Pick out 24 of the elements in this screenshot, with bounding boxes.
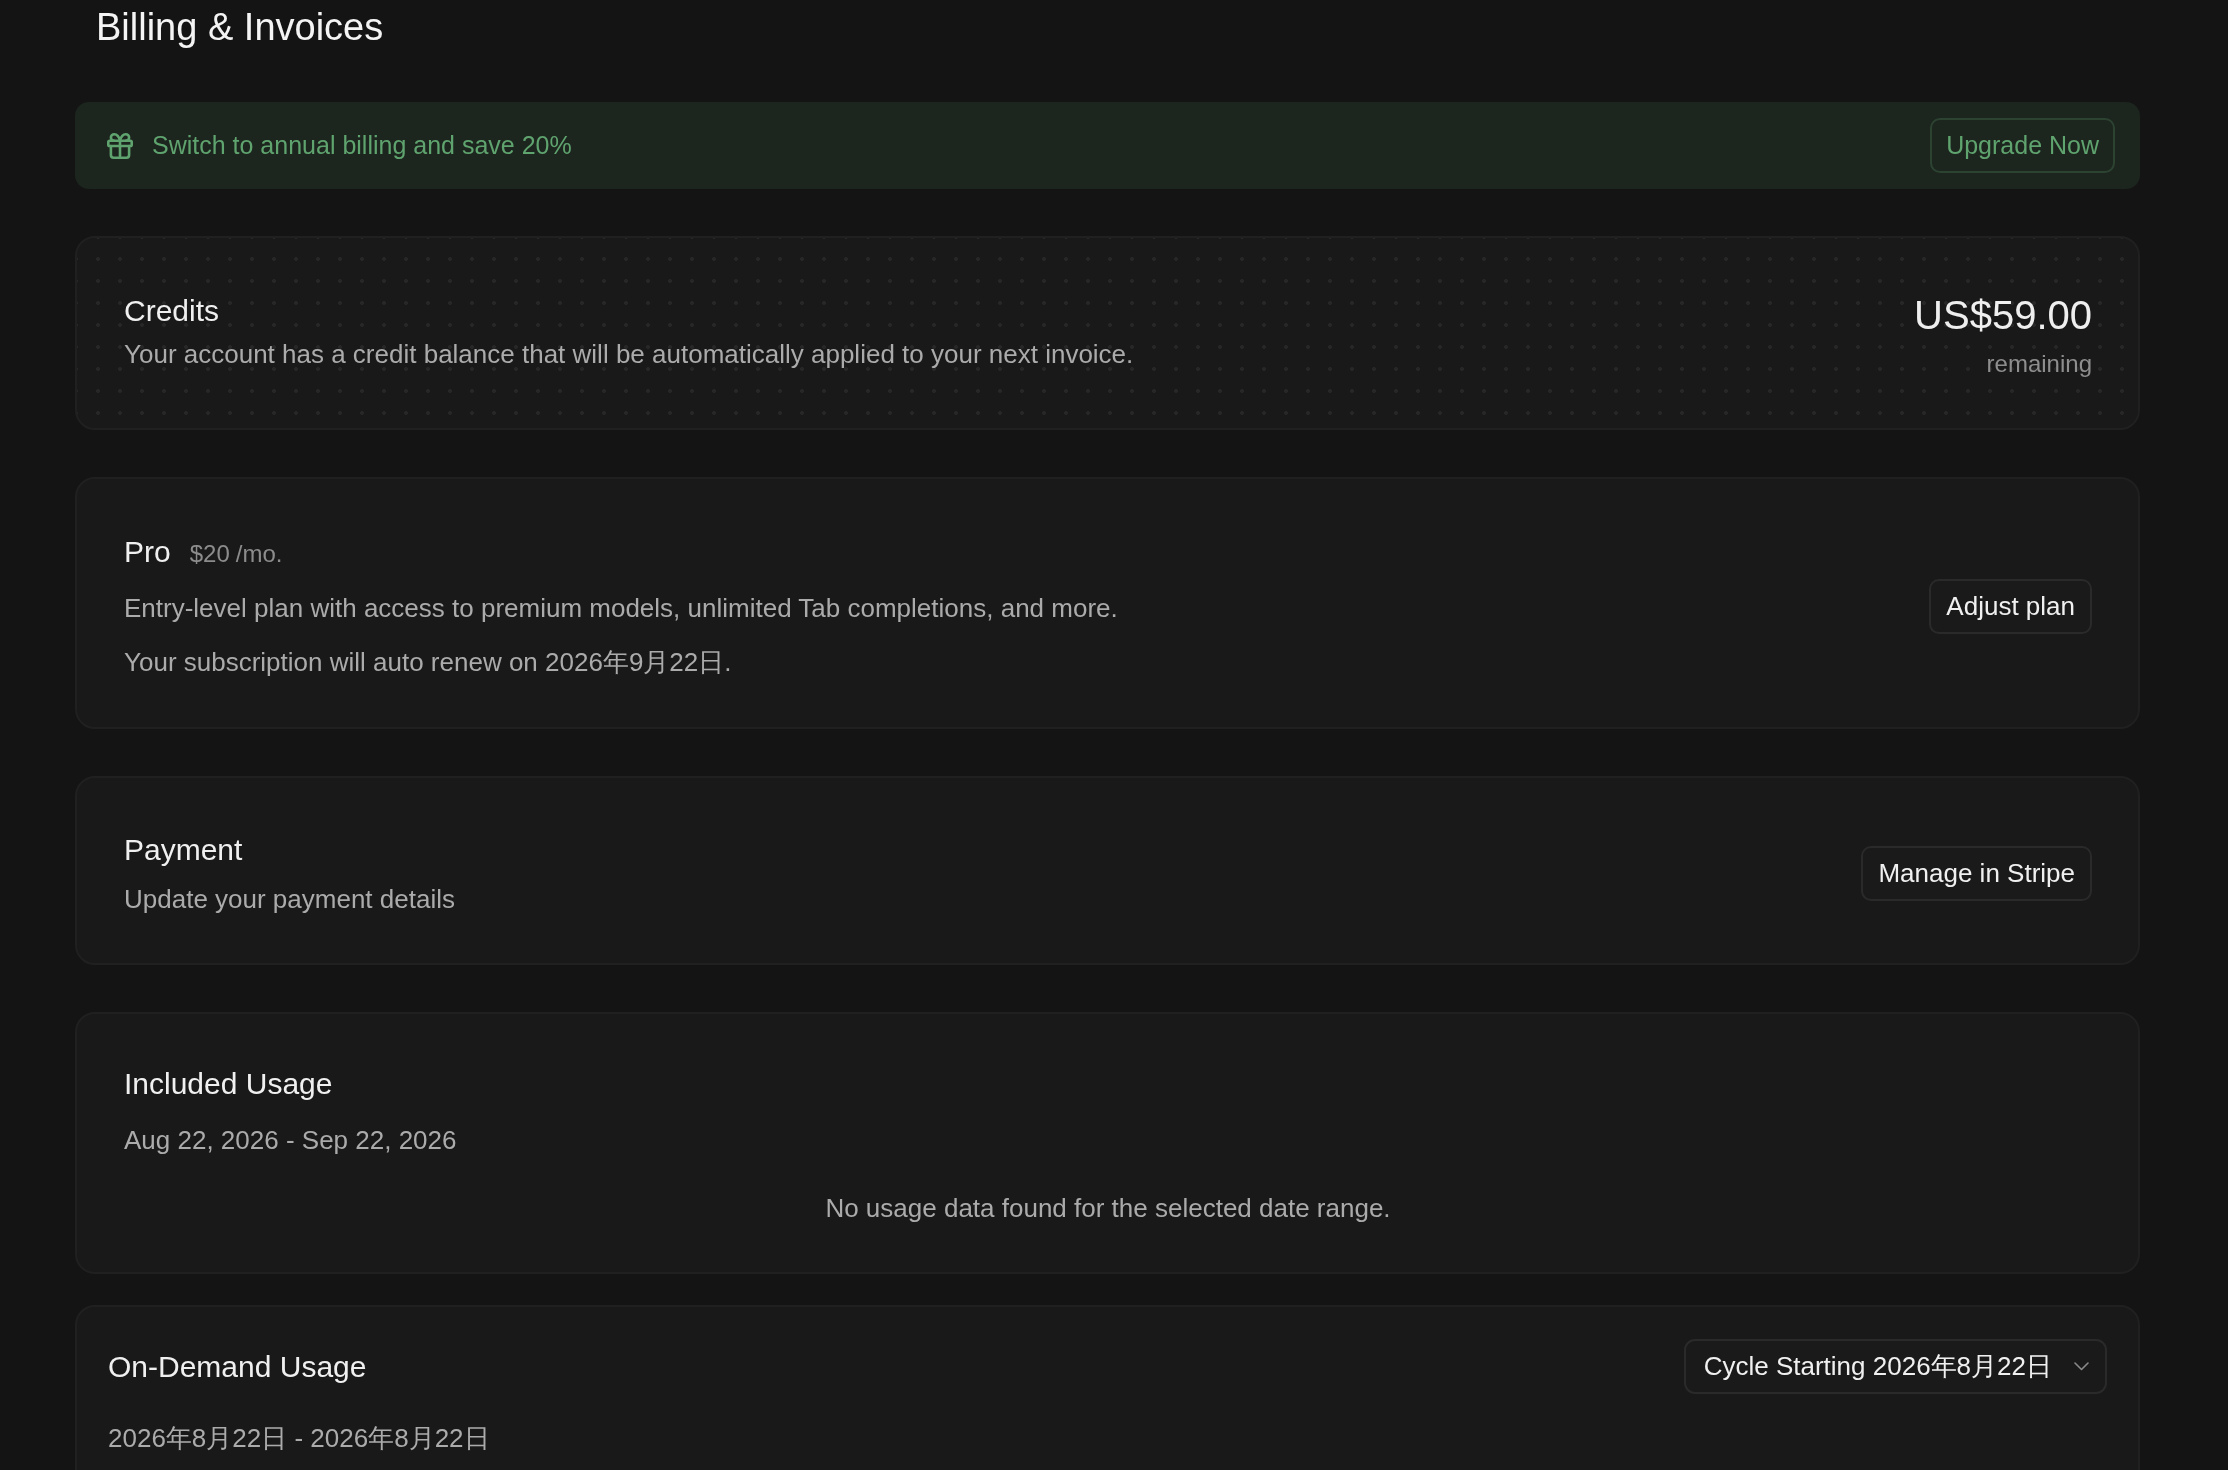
date-range: 2026年8月22日 - 2026年8月22日	[108, 1422, 490, 1455]
cycle-dropdown[interactable]: Cycle Starting 2026年8月22日	[1683, 1339, 2107, 1394]
usage-title: On-Demand Usage	[108, 1349, 367, 1385]
page-title: Billing & Invoices	[96, 5, 384, 50]
plan-price: $20	[189, 540, 230, 568]
adjust-plan-button[interactable]: Adjust plan	[1929, 578, 2092, 634]
credit-amount: US$59.00	[1914, 292, 2092, 339]
credits-description: Your account has a credit balance that will be automatically applied to your next invoice.	[124, 338, 1134, 371]
empty-message: No usage data found for the selected date range.	[825, 1192, 1391, 1225]
promo-text: Switch to annual billing and save 20%	[152, 131, 572, 160]
plan-name: Pro	[124, 534, 171, 570]
upgrade-button[interactable]: Upgrade Now	[1930, 118, 2115, 173]
payment-title: Payment	[124, 832, 243, 868]
credits-title: Credits	[124, 293, 220, 329]
plan-description: Entry-level plan with access to premium models, unlimited Tab completions, and more.	[124, 592, 1118, 625]
payment-description: Update your payment details	[124, 883, 455, 916]
chevron-down-icon	[2074, 1362, 2089, 1371]
renewal-text: Your subscription will auto renew on 2026年9月22日.	[124, 646, 732, 679]
credit-caption: remaining	[1986, 349, 2092, 379]
gift-icon	[107, 132, 133, 159]
plan-period: /mo.	[235, 540, 283, 568]
date-range: Aug 22, 2026 - Sep 22, 2026	[124, 1124, 457, 1157]
manage-stripe-button[interactable]: Manage in Stripe	[1861, 846, 2092, 901]
usage-title: Included Usage	[124, 1066, 333, 1102]
